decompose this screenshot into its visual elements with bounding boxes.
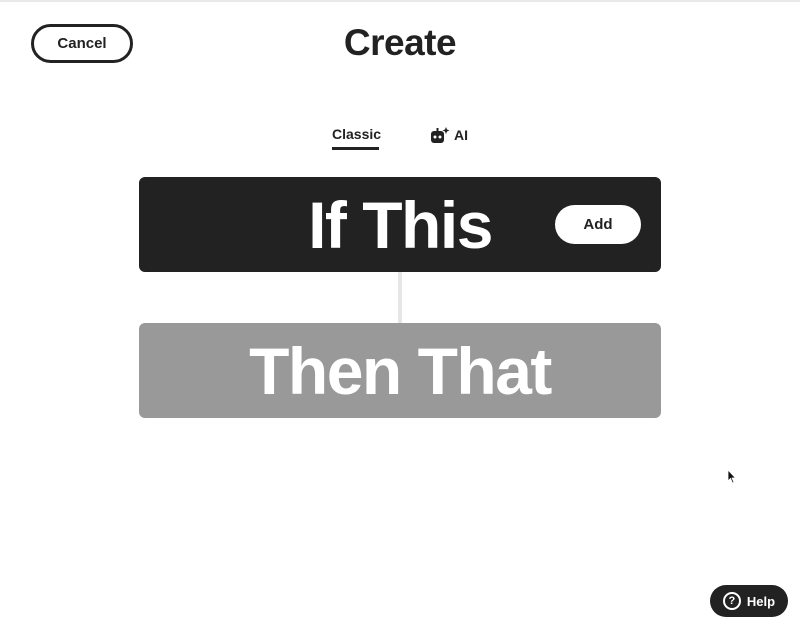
tab-classic-label: Classic — [332, 126, 382, 142]
window-top-edge — [0, 0, 800, 2]
help-label: Help — [746, 593, 776, 609]
page-title: Create — [343, 22, 457, 63]
then-that-label: Then That — [249, 334, 552, 408]
then-that-block: Then That — [139, 323, 661, 418]
tab-ai-label: AI — [454, 127, 468, 143]
add-trigger-button[interactable]: Add — [555, 205, 641, 244]
tab-classic[interactable]: Classic — [332, 126, 382, 150]
mode-tabs: Classic AI — [0, 122, 800, 152]
mouse-cursor-icon — [727, 469, 737, 484]
question-circle-icon: ? — [722, 592, 741, 610]
tab-ai[interactable]: AI — [430, 124, 468, 146]
robot-sparkle-icon — [431, 127, 450, 143]
help-button[interactable]: ? Help — [710, 585, 788, 617]
active-tab-underline — [332, 147, 379, 150]
connector-line — [398, 272, 402, 323]
if-this-block[interactable]: If This Add — [139, 177, 661, 272]
